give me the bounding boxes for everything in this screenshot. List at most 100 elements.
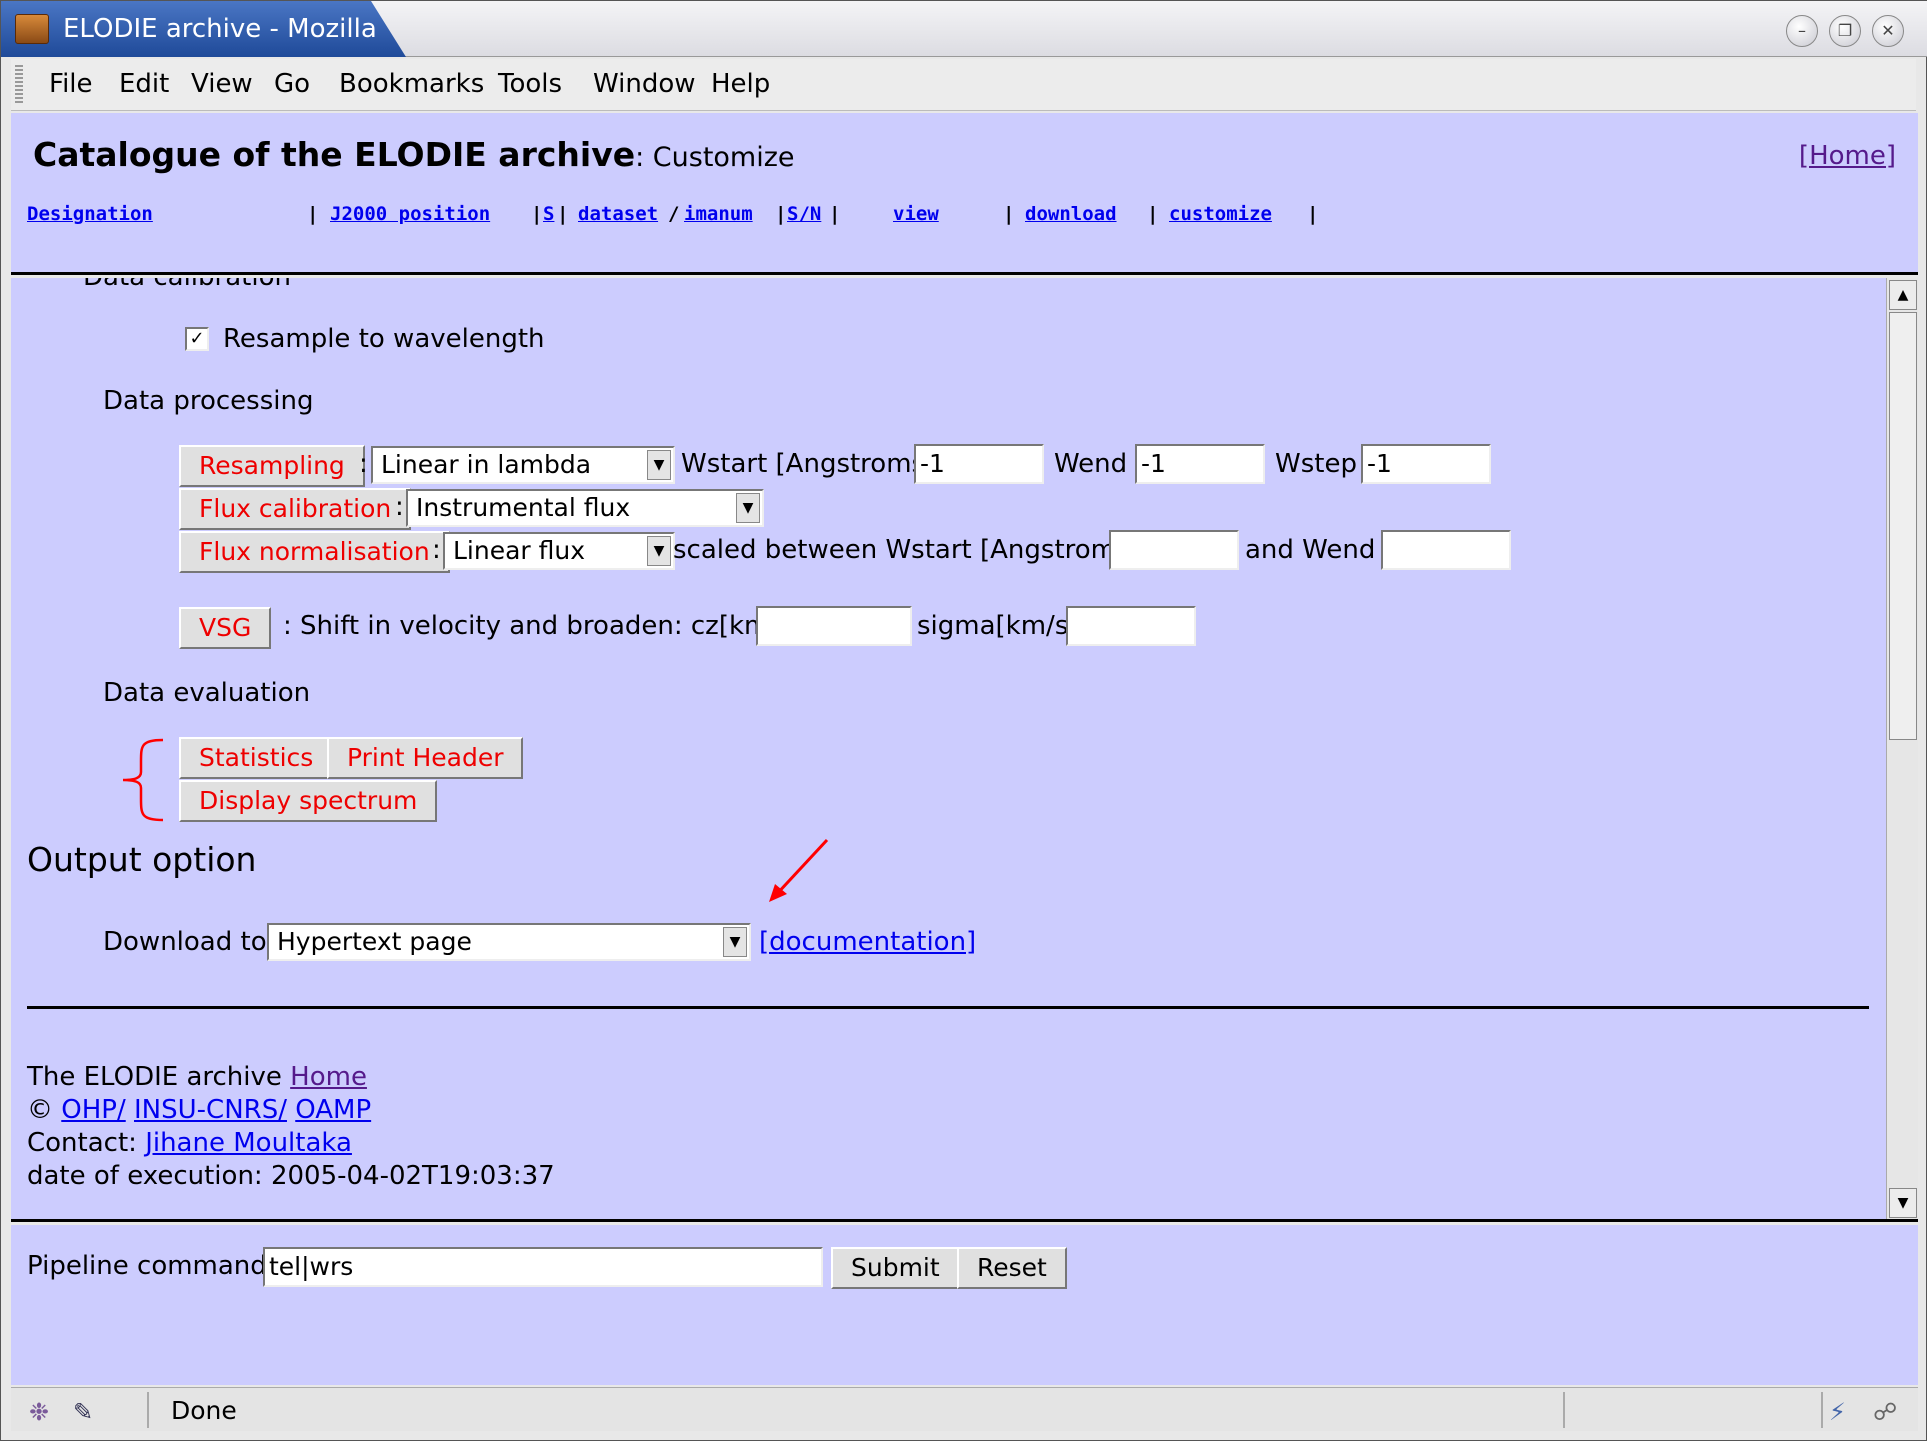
nav-customize-link[interactable]: customize <box>1169 203 1272 225</box>
home-link[interactable]: [Home] <box>1799 141 1896 171</box>
fluxnorm-colon: : <box>432 535 441 565</box>
cz-input[interactable] <box>756 606 912 646</box>
nav-sep-6: | <box>1003 203 1015 225</box>
menu-edit[interactable]: Edit <box>119 69 169 99</box>
menu-tools[interactable]: Tools <box>498 69 562 99</box>
nav-sn-link[interactable]: S/N <box>787 203 821 225</box>
annotation-arrow <box>769 838 829 902</box>
menu-window[interactable]: Window <box>593 69 696 99</box>
browser-window: ELODIE archive - Mozilla – ❐ ✕ File Edit… <box>0 0 1927 1441</box>
pipeline-frame: Pipeline command: tel|wrs Submit Reset <box>11 1225 1918 1385</box>
resampling-button[interactable]: Resampling <box>179 445 365 487</box>
nav-designation-link[interactable]: Designation <box>27 203 153 225</box>
nav-position[interactable]: J2000 position <box>330 203 490 225</box>
wend-input[interactable]: -1 <box>1135 444 1265 484</box>
chevron-down-icon: ▼ <box>723 927 747 957</box>
sigma-input[interactable] <box>1066 606 1196 646</box>
menu-bar: File Edit View Go Bookmarks Tools Window… <box>11 59 1916 111</box>
download-select[interactable]: Hypertext page ▼ <box>267 923 751 961</box>
footer-copyright: © <box>27 1095 53 1125</box>
nav-view-link[interactable]: view <box>893 203 939 225</box>
annotation-brace <box>122 738 164 822</box>
and-wend-label: and Wend : <box>1245 535 1393 565</box>
restore-icon[interactable]: ❐ <box>1829 15 1861 47</box>
window-title: ELODIE archive - Mozilla <box>63 14 377 44</box>
vsg-button[interactable]: VSG <box>179 607 272 649</box>
nav-sn[interactable]: S/N <box>787 203 821 225</box>
nav-imanum-link[interactable]: imanum <box>684 203 753 225</box>
nav-download-link[interactable]: download <box>1025 203 1117 225</box>
toolbar-grip[interactable] <box>15 65 23 105</box>
wstart-label: Wstart [Angstroms]: <box>681 449 944 479</box>
download-label: Download to: <box>103 927 276 957</box>
scrollbar-thumb[interactable] <box>1889 312 1917 740</box>
footer-oamp-link[interactable]: OAMP <box>295 1095 371 1125</box>
minimize-icon[interactable]: – <box>1786 15 1818 47</box>
scroll-up-icon[interactable]: ▲ <box>1889 280 1917 310</box>
nav-sep-3: | <box>557 203 569 225</box>
menu-file[interactable]: File <box>49 69 93 99</box>
nav-designation[interactable]: Designation <box>27 203 153 225</box>
wstep-input[interactable]: -1 <box>1361 444 1491 484</box>
resampling-select[interactable]: Linear in lambda ▼ <box>371 446 675 484</box>
security-lock-icon: ☍ <box>1873 1398 1898 1426</box>
nav-download[interactable]: download <box>1025 203 1117 225</box>
nav-sep-1: | <box>307 203 319 225</box>
menu-view[interactable]: View <box>191 69 253 99</box>
flux-normalisation-select[interactable]: Linear flux ▼ <box>443 532 675 570</box>
footer-contact-link[interactable]: Jihane Moultaka <box>145 1128 352 1158</box>
status-separator <box>1821 1392 1823 1428</box>
evaluation-heading: Data evaluation <box>103 678 311 708</box>
footer-home-link[interactable]: Home <box>290 1062 367 1092</box>
display-spectrum-button[interactable]: Display spectrum <box>179 780 438 822</box>
print-header-button[interactable]: Print Header <box>327 737 524 779</box>
flux-normalisation-button[interactable]: Flux normalisation <box>179 531 450 573</box>
flux-calibration-select[interactable]: Instrumental flux ▼ <box>406 489 764 527</box>
component-bar-icon[interactable]: ❉ <box>29 1398 49 1426</box>
nav-s-link[interactable]: S <box>543 203 554 225</box>
documentation-link[interactable]: [documentation] <box>759 927 976 957</box>
divider <box>27 1006 1869 1009</box>
scaled-label: scaled between Wstart [Angstroms]: <box>673 535 1149 565</box>
flux-calibration-button[interactable]: Flux calibration <box>179 488 412 530</box>
nav-sep-8: | <box>1307 203 1319 225</box>
footer-line-1: The ELODIE archive Home <box>27 1062 367 1092</box>
wend-label: Wend : <box>1054 449 1145 479</box>
wstep-label: Wstep : <box>1275 449 1374 479</box>
vertical-scrollbar[interactable]: ▲ ▼ <box>1886 278 1918 1219</box>
page-title: Catalogue of the ELODIE archive: Customi… <box>33 135 795 174</box>
composer-icon[interactable]: ✎ <box>73 1398 93 1426</box>
pipeline-input[interactable]: tel|wrs <box>263 1247 823 1287</box>
footer-date: date of execution: 2005-04-02T19:03:37 <box>27 1161 555 1191</box>
footer-ohp-link[interactable]: OHP/ <box>61 1095 125 1125</box>
chevron-down-icon: ▼ <box>647 536 671 566</box>
menu-go[interactable]: Go <box>274 69 310 99</box>
resample-checkbox[interactable]: ✓ <box>185 327 209 351</box>
nav-view[interactable]: view <box>893 203 939 225</box>
footer-insu-link[interactable]: INSU-CNRS/ <box>134 1095 287 1125</box>
submit-button[interactable]: Submit <box>831 1247 960 1289</box>
status-separator <box>147 1392 149 1428</box>
nav-dataset-link[interactable]: dataset <box>578 203 658 225</box>
online-status-icon[interactable]: ⚡ <box>1829 1398 1846 1426</box>
output-heading: Output option <box>27 840 257 879</box>
reset-button[interactable]: Reset <box>957 1247 1067 1289</box>
statistics-button[interactable]: Statistics <box>179 737 334 779</box>
nav-customize[interactable]: customize <box>1169 203 1272 225</box>
status-text: Done <box>171 1396 237 1425</box>
nav-s[interactable]: S <box>543 203 554 225</box>
flux-calibration-select-value: Instrumental flux <box>416 493 631 522</box>
menu-bookmarks[interactable]: Bookmarks <box>339 69 484 99</box>
main-frame: Data calibration ✓ Resample to wavelengt… <box>11 278 1918 1222</box>
nav-position-link[interactable]: J2000 position <box>330 203 490 225</box>
norm-wstart-input[interactable] <box>1109 530 1239 570</box>
nav-imanum[interactable]: imanum <box>684 203 753 225</box>
flux-normalisation-select-value: Linear flux <box>453 536 586 565</box>
chevron-down-icon: ▼ <box>647 450 671 480</box>
norm-wend-input[interactable] <box>1381 530 1511 570</box>
scroll-down-icon[interactable]: ▼ <box>1889 1188 1917 1218</box>
close-icon[interactable]: ✕ <box>1872 15 1904 47</box>
wstart-input[interactable]: -1 <box>914 444 1044 484</box>
nav-dataset[interactable]: dataset <box>578 203 658 225</box>
menu-help[interactable]: Help <box>711 69 770 99</box>
